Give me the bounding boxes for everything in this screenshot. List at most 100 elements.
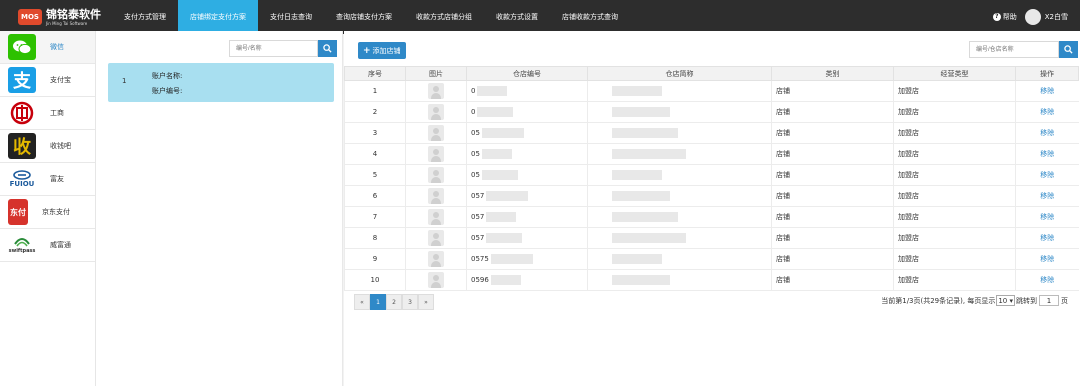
account-card[interactable]: 1 账户名称: 账户编号:: [108, 63, 334, 102]
account-search-button[interactable]: [318, 40, 337, 57]
cell-name: [587, 248, 772, 270]
table-row[interactable]: 6 057 店铺 加盟店 移除: [344, 185, 1079, 207]
account-panel: 1 账户名称: 账户编号:: [96, 31, 343, 386]
brand-logo[interactable]: MOS 锦铭泰软件 Jin Ming Tai Software: [18, 6, 101, 28]
store-code: 05: [471, 150, 480, 158]
table-row[interactable]: 5 05 店铺 加盟店 移除: [344, 164, 1079, 186]
remove-link[interactable]: 移除: [1015, 122, 1079, 144]
column-header-code[interactable]: 仓店编号: [466, 66, 588, 81]
cell-code: 0575: [466, 248, 588, 270]
store-code: 057: [471, 213, 485, 221]
remove-link[interactable]: 移除: [1015, 164, 1079, 186]
table-row[interactable]: 2 0 店铺 加盟店 移除: [344, 101, 1079, 123]
redacted-block: [477, 86, 508, 96]
plus-icon: +: [363, 45, 371, 56]
nav-store-method-query[interactable]: 店铺收款方式查询: [550, 0, 630, 34]
sidebar-item-label: 威富通: [50, 241, 71, 249]
sidebar-item-wechat[interactable]: 微信: [0, 31, 95, 64]
sidebar-item-icbc[interactable]: 工商: [0, 97, 95, 130]
column-header-index[interactable]: 序号: [344, 66, 406, 81]
next-page-button[interactable]: »: [418, 294, 434, 310]
nav-store-group[interactable]: 收款方式店铺分组: [404, 0, 484, 34]
sidebar-item-label: 京东支付: [42, 208, 70, 216]
cell-name: [587, 143, 772, 165]
page-3-button[interactable]: 3: [402, 294, 418, 310]
help-link[interactable]: ? 帮助: [992, 12, 1017, 22]
sidebar-item-swiftpass[interactable]: swiftpass 威富通: [0, 229, 95, 262]
column-header-name[interactable]: 仓店简称: [587, 66, 772, 81]
cell-image: [405, 248, 467, 270]
cell-image: [405, 80, 467, 102]
redacted-block: [486, 212, 517, 222]
remove-link[interactable]: 移除: [1015, 269, 1079, 291]
cell-index: 6: [344, 185, 406, 207]
add-store-button[interactable]: + 添加店铺: [358, 42, 406, 59]
cell-code: 05: [466, 164, 588, 186]
pagination: « 1 2 3 »: [354, 294, 434, 310]
cell-biz-type: 加盟店: [893, 101, 1016, 123]
page-size-select[interactable]: 10 ▾: [996, 295, 1015, 306]
store-image-placeholder-icon: [428, 251, 444, 267]
cell-category: 店铺: [771, 206, 894, 228]
nav-store-bind-plan[interactable]: 店铺绑定支付方案: [178, 0, 258, 34]
brand-name-en: Jin Ming Tai Software: [46, 20, 88, 26]
sidebar-item-fuiou[interactable]: FUIOU 富友: [0, 163, 95, 196]
account-number-label: 账户编号:: [152, 87, 183, 95]
cell-biz-type: 加盟店: [893, 185, 1016, 207]
user-name[interactable]: X2白雪: [1045, 12, 1068, 22]
brand-name: 锦铭泰软件: [46, 7, 101, 21]
cell-index: 1: [344, 80, 406, 102]
table-row[interactable]: 4 05 店铺 加盟店 移除: [344, 143, 1079, 165]
store-search-input[interactable]: [969, 41, 1059, 58]
cell-category: 店铺: [771, 185, 894, 207]
remove-link[interactable]: 移除: [1015, 248, 1079, 270]
fuiou-icon: FUIOU: [8, 166, 36, 192]
table-row[interactable]: 7 057 店铺 加盟店 移除: [344, 206, 1079, 228]
column-header-image[interactable]: 图片: [405, 66, 467, 81]
jump-page-input[interactable]: 1: [1039, 295, 1059, 306]
page-1-button[interactable]: 1: [370, 294, 386, 310]
remove-link[interactable]: 移除: [1015, 185, 1079, 207]
table-row[interactable]: 9 0575 店铺 加盟店 移除: [344, 248, 1079, 270]
remove-link[interactable]: 移除: [1015, 227, 1079, 249]
nav-payment-log[interactable]: 支付日志查询: [258, 0, 324, 34]
account-search-input[interactable]: [229, 40, 318, 57]
store-search-button[interactable]: [1059, 41, 1078, 58]
column-header-category[interactable]: 类别: [771, 66, 894, 81]
remove-link[interactable]: 移除: [1015, 101, 1079, 123]
prev-page-button[interactable]: «: [354, 294, 370, 310]
redacted-block: [612, 170, 662, 180]
nav-query-store-plan[interactable]: 查询店铺支付方案: [324, 0, 404, 34]
nav-method-settings[interactable]: 收款方式设置: [484, 0, 550, 34]
cell-biz-type: 加盟店: [893, 164, 1016, 186]
cell-image: [405, 101, 467, 123]
page-2-button[interactable]: 2: [386, 294, 402, 310]
cell-category: 店铺: [771, 269, 894, 291]
sidebar-item-alipay[interactable]: 支 支付宝: [0, 64, 95, 97]
jdpay-icon: 东付: [8, 199, 28, 225]
column-header-action[interactable]: 操作: [1015, 66, 1079, 81]
sidebar-item-jdpay[interactable]: 东付 京东支付: [0, 196, 95, 229]
store-image-placeholder-icon: [428, 104, 444, 120]
cell-index: 9: [344, 248, 406, 270]
store-image-placeholder-icon: [428, 125, 444, 141]
table-row[interactable]: 3 05 店铺 加盟店 移除: [344, 122, 1079, 144]
table-row[interactable]: 1 0 店铺 加盟店 移除: [344, 80, 1079, 102]
store-image-placeholder-icon: [428, 167, 444, 183]
remove-link[interactable]: 移除: [1015, 143, 1079, 165]
cell-category: 店铺: [771, 248, 894, 270]
nav-payment-methods[interactable]: 支付方式管理: [112, 0, 178, 34]
page-size-value: 10: [998, 296, 1008, 305]
pagination-info: 当前第1/3页(共29条记录), 每页显示 10 ▾ 跳转到 1 页: [881, 295, 1068, 306]
sidebar-item-shouqianba[interactable]: 收 收钱吧: [0, 130, 95, 163]
table-row[interactable]: 8 057 店铺 加盟店 移除: [344, 227, 1079, 249]
cell-name: [587, 122, 772, 144]
cell-category: 店铺: [771, 164, 894, 186]
remove-link[interactable]: 移除: [1015, 206, 1079, 228]
remove-link[interactable]: 移除: [1015, 80, 1079, 102]
column-header-biz-type[interactable]: 经营类型: [893, 66, 1016, 81]
cell-code: 057: [466, 206, 588, 228]
table-row[interactable]: 10 0596 店铺 加盟店 移除: [344, 269, 1079, 291]
avatar[interactable]: [1024, 9, 1041, 25]
cell-biz-type: 加盟店: [893, 143, 1016, 165]
